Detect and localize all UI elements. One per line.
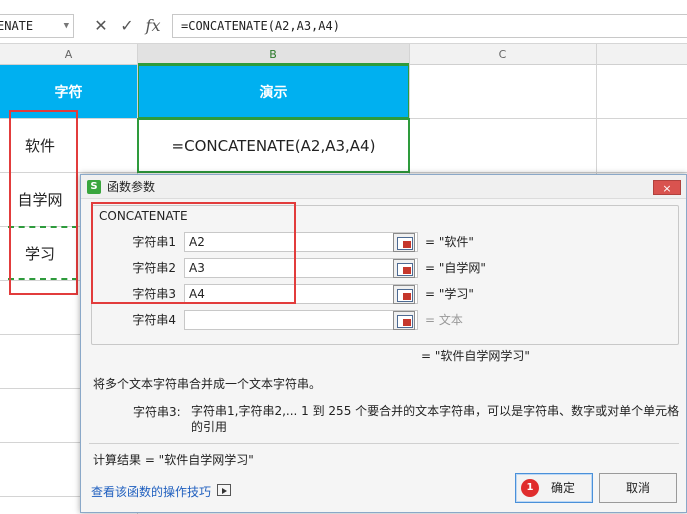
app-logo-icon: S [87, 180, 101, 194]
column-header-a[interactable]: A [0, 44, 137, 65]
help-link[interactable]: 查看该函数的操作技巧 [91, 483, 211, 500]
dialog-title: 函数参数 [107, 180, 156, 194]
divider [89, 443, 679, 444]
column-header-d[interactable] [596, 44, 687, 65]
arg-result: = "自学网" [425, 261, 486, 275]
total-result: = "软件自学网学习" [421, 349, 530, 363]
calc-result: 计算结果 = "软件自学网学习" [93, 453, 254, 467]
annotation-box-args [91, 202, 296, 304]
close-icon[interactable]: ✕ [90, 14, 112, 38]
arg-result: = 文本 [425, 313, 463, 327]
ok-label: 确定 [550, 481, 575, 495]
grid-line [0, 496, 80, 497]
cell-b1[interactable]: 演示 [138, 65, 409, 118]
arg-result: = "学习" [425, 287, 474, 301]
annotation-box-cells [9, 110, 78, 295]
check-icon[interactable]: ✓ [116, 14, 138, 38]
range-select-icon[interactable] [393, 233, 415, 252]
close-button[interactable]: × [653, 180, 681, 195]
column-header-c[interactable]: C [409, 44, 596, 65]
grid-line [0, 388, 80, 389]
cell-b2-active[interactable]: =CONCATENATE(A2,A3,A4) [137, 118, 410, 173]
step-badge: 1 [521, 479, 539, 497]
fx-icon[interactable]: fx [142, 14, 164, 38]
grid-line [0, 442, 80, 443]
chevron-down-icon[interactable]: ▼ [64, 15, 69, 37]
cancel-button[interactable]: 取消 [599, 473, 677, 503]
function-description: 将多个文本字符串合并成一个文本字符串。 [93, 377, 322, 391]
formula-input[interactable]: =CONCATENATE(A2,A3,A4) [172, 14, 687, 38]
range-select-icon[interactable] [393, 259, 415, 278]
arg-result: = "软件" [425, 235, 474, 249]
param-label: 字符串3: [133, 405, 181, 419]
param-description: 字符串1,字符串2,... 1 到 255 个要合并的文本字符串，可以是字符串、… [191, 404, 680, 434]
video-icon[interactable] [217, 484, 231, 496]
arg-input-4[interactable] [184, 310, 418, 330]
formula-bar: ENATE ▼ ✕ ✓ fx =CONCATENATE(A2,A3,A4) [0, 0, 687, 44]
arg-label: 字符串4 [132, 313, 176, 327]
dialog-title-bar: S 函数参数 × [81, 175, 686, 199]
range-select-icon[interactable] [393, 311, 415, 330]
column-header-b[interactable]: B [137, 44, 409, 65]
grid-line [0, 334, 80, 335]
range-select-icon[interactable] [393, 285, 415, 304]
grid-line [596, 44, 597, 174]
name-box-value: ENATE [0, 19, 34, 33]
name-box[interactable]: ENATE ▼ [0, 14, 74, 38]
